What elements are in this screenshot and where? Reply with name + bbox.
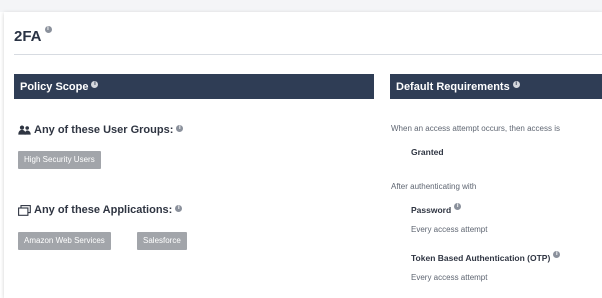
info-icon[interactable]: i bbox=[512, 81, 520, 88]
page-title: 2FA i bbox=[14, 26, 52, 45]
policy-scope-title: Policy Scope bbox=[20, 80, 89, 93]
title-divider bbox=[14, 54, 602, 55]
user-group-chip[interactable]: High Security Users bbox=[18, 151, 101, 169]
application-chip[interactable]: Amazon Web Services bbox=[18, 232, 111, 250]
requirement-frequency: Every access attempt bbox=[411, 273, 488, 282]
info-icon[interactable]: i bbox=[176, 124, 184, 132]
requirement-name: Token Based Authentication (OTP) bbox=[411, 253, 551, 263]
info-icon[interactable]: i bbox=[44, 26, 52, 33]
access-result: Granted bbox=[411, 147, 444, 157]
windows-icon bbox=[18, 204, 31, 216]
info-icon[interactable]: i bbox=[454, 203, 462, 210]
page-title-text: 2FA bbox=[14, 28, 42, 45]
requirement-frequency: Every access attempt bbox=[411, 225, 488, 234]
users-group-icon bbox=[18, 125, 31, 135]
applications-label: Any of these Applications: bbox=[34, 204, 173, 216]
access-intro-text: When an access attempt occurs, then acce… bbox=[391, 124, 560, 133]
info-icon[interactable]: i bbox=[553, 251, 561, 258]
requirement-otp: Token Based Authentication (OTP) i bbox=[411, 251, 561, 263]
info-icon[interactable]: i bbox=[175, 204, 183, 212]
policy-scope-header: Policy Scope i bbox=[14, 74, 374, 99]
application-chip[interactable]: Salesforce bbox=[137, 232, 187, 250]
user-groups-label: Any of these User Groups: bbox=[34, 124, 174, 136]
default-requirements-header: Default Requirements i bbox=[390, 74, 602, 99]
requirement-name: Password bbox=[411, 205, 452, 215]
info-icon[interactable]: i bbox=[91, 81, 99, 88]
top-strip bbox=[0, 0, 602, 12]
requirement-password: Password i bbox=[411, 203, 462, 215]
policy-page: 2FA i Policy Scope i Default Requirement… bbox=[0, 0, 602, 298]
after-auth-label: After authenticating with bbox=[391, 182, 477, 191]
user-groups-label-row: Any of these User Groups: i bbox=[18, 124, 184, 136]
applications-label-row: Any of these Applications: i bbox=[18, 204, 183, 216]
default-requirements-title: Default Requirements bbox=[396, 80, 510, 93]
